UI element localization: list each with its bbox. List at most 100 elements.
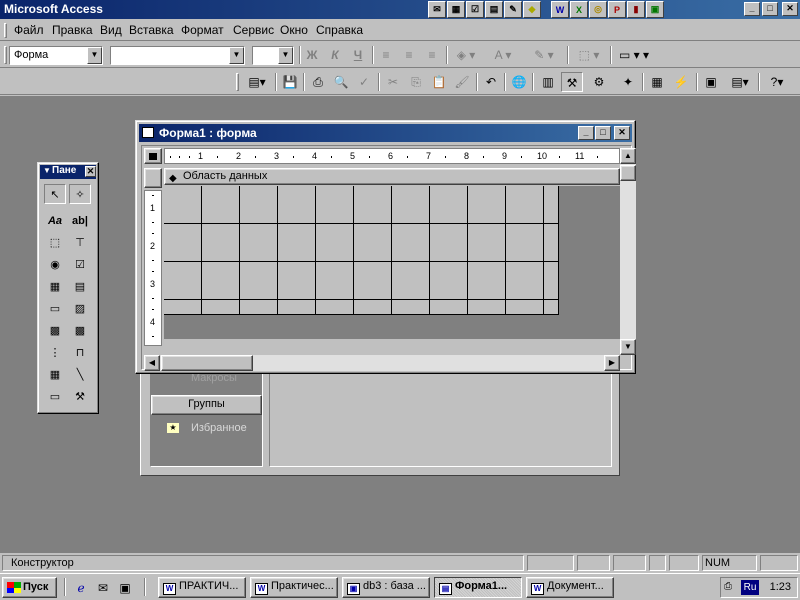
- align-right-icon[interactable]: ≡: [421, 45, 443, 65]
- view-icon[interactable]: ▤▾: [242, 72, 272, 92]
- form-window-titlebar[interactable]: Форма1 : форма _ □ ✕: [139, 124, 632, 142]
- access-icon[interactable]: ▮: [627, 1, 645, 18]
- border-width-icon[interactable]: ⬚ ▾: [572, 45, 606, 65]
- outlook-express-icon[interactable]: ✉: [94, 579, 112, 597]
- horizontal-scrollbar[interactable]: ◀ ▶: [144, 355, 620, 371]
- start-button[interactable]: Пуск: [2, 577, 57, 598]
- word-icon[interactable]: W: [551, 1, 569, 18]
- app-titlebar[interactable]: Microsoft Access ✉ ▦ ☑ ▤ ✎ ◆ W X ◎ P ▮ ▣…: [0, 0, 800, 19]
- special-effect-icon[interactable]: ▭ ▾ ▾: [614, 45, 654, 65]
- design-grid-area[interactable]: [164, 186, 620, 339]
- properties-icon[interactable]: ▦: [646, 72, 668, 92]
- line-icon[interactable]: ╲: [69, 365, 91, 385]
- excel-icon[interactable]: X: [570, 1, 588, 18]
- detail-section-header[interactable]: ◆ Область данных: [164, 168, 620, 185]
- form-selector[interactable]: [144, 148, 162, 164]
- powerpoint-icon[interactable]: P: [608, 1, 626, 18]
- chevron-down-icon[interactable]: ▼: [229, 47, 244, 64]
- mail-icon[interactable]: ✉: [428, 1, 446, 18]
- paste-icon[interactable]: 📋: [428, 72, 450, 92]
- cut-icon[interactable]: ✂: [382, 72, 404, 92]
- toolbox-toggle-icon[interactable]: ⚒: [561, 72, 583, 92]
- list-box-icon[interactable]: ▤: [69, 277, 91, 297]
- print-icon[interactable]: ⎙: [307, 72, 329, 92]
- scroll-right-icon[interactable]: ▶: [604, 355, 620, 371]
- rectangle-icon[interactable]: ▭: [44, 387, 66, 407]
- show-desktop-icon[interactable]: ▣: [116, 579, 134, 597]
- align-left-icon[interactable]: ≡: [375, 45, 397, 65]
- contact-icon[interactable]: ▤: [485, 1, 503, 18]
- printer-icon[interactable]: ⎙: [724, 581, 738, 594]
- maximize-button[interactable]: □: [595, 126, 611, 140]
- web-icon[interactable]: 🌐: [508, 72, 530, 92]
- menu-format[interactable]: Формат: [181, 23, 224, 37]
- menu-file[interactable]: Файл: [14, 23, 44, 37]
- scroll-up-icon[interactable]: ▲: [620, 148, 636, 164]
- code-icon[interactable]: ✦: [617, 72, 639, 92]
- groups-button[interactable]: Группы: [151, 395, 262, 415]
- option-group-icon[interactable]: ⬚: [44, 233, 66, 253]
- new-object-icon[interactable]: ▤▾: [724, 72, 756, 92]
- field-list-icon[interactable]: ▥: [537, 72, 559, 92]
- control-wizards-icon[interactable]: ✧: [69, 184, 91, 204]
- chevron-down-icon[interactable]: ▼: [278, 47, 293, 64]
- font-select[interactable]: ▼: [110, 46, 245, 65]
- database-window-icon[interactable]: ▣: [700, 72, 722, 92]
- taskbar-task-2[interactable]: W Практичес...: [250, 577, 338, 598]
- copy-icon[interactable]: ⎘: [405, 72, 427, 92]
- close-button[interactable]: ✕: [614, 126, 630, 140]
- outlook-icon[interactable]: ◎: [589, 1, 607, 18]
- minimize-button[interactable]: _: [744, 2, 760, 16]
- more-controls-icon[interactable]: ⚒: [69, 387, 91, 407]
- language-indicator[interactable]: Ru: [741, 580, 759, 595]
- binder-icon[interactable]: ▣: [646, 1, 664, 18]
- form-icon[interactable]: [142, 127, 154, 138]
- build-icon[interactable]: ⚡: [670, 72, 692, 92]
- chevron-down-icon[interactable]: ▼: [87, 47, 102, 64]
- italic-button[interactable]: К: [324, 45, 346, 65]
- autoformat-icon[interactable]: ⚙: [588, 72, 610, 92]
- format-painter-icon[interactable]: 🖌: [451, 72, 473, 92]
- scroll-left-icon[interactable]: ◀: [144, 355, 160, 371]
- subform-icon[interactable]: ▦: [44, 365, 66, 385]
- task-icon[interactable]: ☑: [466, 1, 484, 18]
- taskbar-task-4[interactable]: ▤ Форма1...: [434, 577, 522, 598]
- menu-tools[interactable]: Сервис: [233, 23, 274, 37]
- undo-icon[interactable]: ↶: [480, 72, 502, 92]
- option-button-icon[interactable]: ◉: [44, 255, 66, 275]
- help-icon[interactable]: ?▾: [762, 72, 792, 92]
- horizontal-ruler[interactable]: 1 2 3 4 5 6 7 8 9 10 11: [164, 148, 620, 164]
- command-button-icon[interactable]: ▭: [44, 299, 66, 319]
- clock[interactable]: 1:23: [770, 581, 791, 593]
- menu-grip[interactable]: [4, 23, 7, 38]
- vertical-scrollbar[interactable]: ▲ ▼: [620, 148, 636, 355]
- note-icon[interactable]: ◆: [523, 1, 541, 18]
- spelling-icon[interactable]: ✓: [353, 72, 375, 92]
- menu-insert[interactable]: Вставка: [129, 23, 174, 37]
- select-objects-icon[interactable]: ↖: [44, 184, 66, 204]
- tab-control-icon[interactable]: ⊓: [69, 343, 91, 363]
- font-size-select[interactable]: ▼: [252, 46, 294, 65]
- fill-color-icon[interactable]: ◈ ▾: [450, 45, 482, 65]
- taskbar-task-1[interactable]: W ПРАКТИЧ...: [158, 577, 246, 598]
- favorites-item[interactable]: Избранное: [191, 422, 247, 434]
- checkbox-icon[interactable]: ☑: [69, 255, 91, 275]
- label-icon[interactable]: Aa: [44, 211, 66, 231]
- page-break-icon[interactable]: ⋮: [44, 343, 66, 363]
- taskbar-task-3[interactable]: ▣ db3 : база ...: [342, 577, 430, 598]
- scroll-down-icon[interactable]: ▼: [620, 339, 636, 355]
- section-selector[interactable]: [144, 168, 162, 188]
- underline-button[interactable]: Ч: [347, 45, 369, 65]
- menu-view[interactable]: Вид: [100, 23, 122, 37]
- detail-section-grid[interactable]: [164, 186, 559, 315]
- calendar-icon[interactable]: ▦: [447, 1, 465, 18]
- object-select[interactable]: Форма ▼: [9, 46, 103, 65]
- toolbox-panel[interactable]: ▼ Пане ✕ ↖ ✧ Aa ab| ⬚ ⊤ ◉ ☑ ▦ ▤ ▭ ▨ ▩ ▩ …: [37, 162, 99, 414]
- journal-icon[interactable]: ✎: [504, 1, 522, 18]
- toggle-button-icon[interactable]: ⊤: [69, 233, 91, 253]
- internet-explorer-icon[interactable]: ℯ: [72, 579, 90, 597]
- toolbar-grip[interactable]: [4, 46, 7, 64]
- font-color-icon[interactable]: A ▾: [486, 45, 520, 65]
- menu-edit[interactable]: Правка: [52, 23, 93, 37]
- image-icon[interactable]: ▨: [69, 299, 91, 319]
